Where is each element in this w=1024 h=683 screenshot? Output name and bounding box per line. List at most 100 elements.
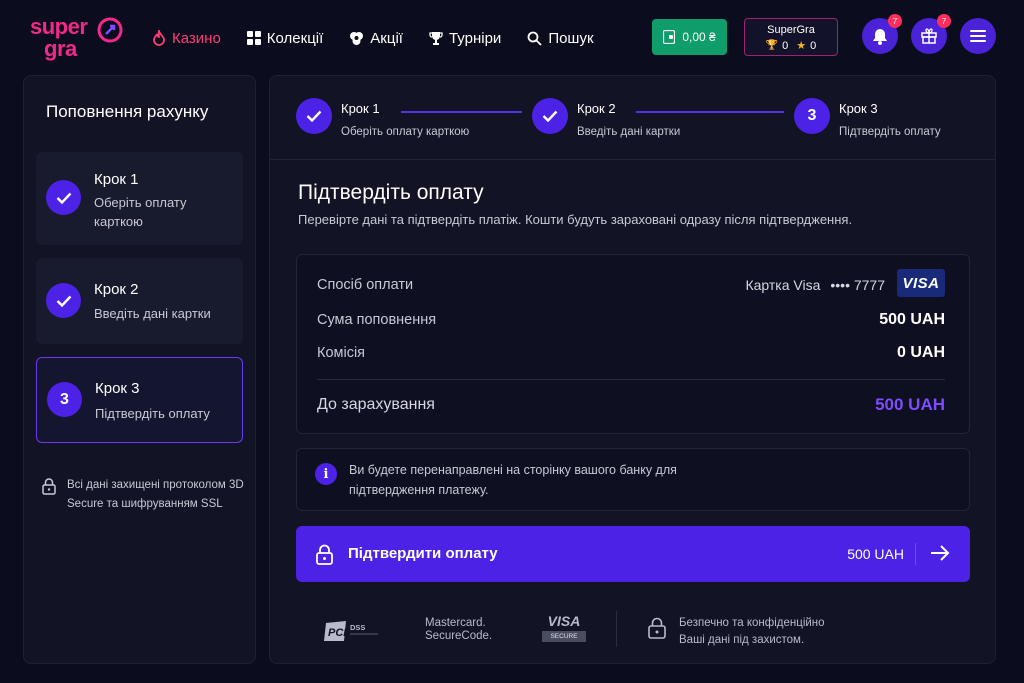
visa-secure-label: SECURE <box>542 631 586 642</box>
check-icon <box>46 180 81 215</box>
sidebar-step-3-title: Крок 3 <box>95 380 140 397</box>
grid-icon <box>246 31 261 45</box>
balance-button[interactable]: 0,00 ₴ <box>652 19 727 55</box>
sidebar-step-2-title: Крок 2 <box>94 281 139 298</box>
footer-divider <box>616 611 617 647</box>
summary-row-total: До зарахування 500 UAH <box>317 394 945 416</box>
stepper-connector-2 <box>636 111 784 113</box>
total-label: До зарахування <box>317 396 435 413</box>
sidebar-step-2[interactable]: Крок 2 Введіть дані картки <box>36 258 243 344</box>
sidebar-title: Поповнення рахунку <box>46 102 209 121</box>
mastercard-line1: Mastercard. <box>425 617 486 629</box>
header: super gra Казино Колекції Акції Турніри … <box>0 0 1024 74</box>
star-icon: ★ <box>796 40 807 52</box>
confirm-label: Підтвердити оплату <box>348 545 498 562</box>
hamburger-icon <box>970 30 986 42</box>
amount-value: 500 UAH <box>879 311 945 328</box>
nav-casino-label: Казино <box>172 29 221 47</box>
trophy-small-icon: 🏆 <box>765 40 779 51</box>
profile-button[interactable]: SuperGra 🏆 0 ★ 0 <box>744 18 838 56</box>
secure-note-line1: Безпечно та конфіденційно <box>679 617 825 629</box>
check-icon <box>532 98 568 134</box>
sidebar-step-3[interactable]: 3 Крок 3 Підтвердіть оплату <box>36 357 243 443</box>
button-divider <box>915 543 916 565</box>
nav-tournaments-label: Турніри <box>448 29 502 47</box>
arrow-right-icon <box>931 545 950 561</box>
confirm-payment-button[interactable]: Підтвердити оплату 500 UAH <box>296 526 970 582</box>
sidebar-step-3-subtitle: Підтвердіть оплату <box>95 406 210 421</box>
logo-text-bottom: gra <box>44 36 77 61</box>
mastercard-securecode-logo: Mastercard. SecureCode. <box>425 617 492 643</box>
lock-icon <box>648 617 666 639</box>
visa-logo: VISA <box>897 269 945 297</box>
nav-tournaments[interactable]: Турніри <box>429 27 501 49</box>
mastercard-line2: SecureCode. <box>425 630 493 642</box>
profile-stars: 0 <box>810 39 817 52</box>
info-icon: i <box>315 463 337 485</box>
nav-promotions-label: Акції <box>370 29 403 47</box>
pci-dss-text: DSS <box>350 623 365 632</box>
redirect-info: i Ви будете перенаправлені на сторінку в… <box>296 448 970 511</box>
trust-badges: PCI DSS Mastercard. SecureCode. VISA SEC… <box>270 611 995 651</box>
check-icon <box>46 283 81 318</box>
gifts-badge: 7 <box>937 14 951 28</box>
confirm-amount: 500 UAH <box>847 546 904 562</box>
sidebar: Поповнення рахунку Крок 1 Оберіть оплату… <box>23 75 256 664</box>
secure-note: Безпечно та конфіденційно Ваші дані під … <box>679 615 825 649</box>
summary-row-fee: Комісія 0 UAH <box>317 343 945 365</box>
profile-trophies: 0 <box>782 39 789 52</box>
fee-label: Комісія <box>317 345 366 361</box>
menu-button[interactable] <box>960 18 996 54</box>
method-value-group: Картка Visa •••• 7777 <box>745 277 885 293</box>
stepper-step-3-title: Крок 3 <box>839 101 878 116</box>
sidebar-step-1-subtitle: Оберіть оплату карткою <box>94 195 187 229</box>
stepper-step-2-subtitle: Введіть дані картки <box>577 126 681 138</box>
sidebar-step-1-title: Крок 1 <box>94 171 139 188</box>
secure-note-line2: Ваші дані під захистом. <box>679 634 805 646</box>
sidebar-step-2-subtitle: Введіть дані картки <box>94 306 211 321</box>
stepper-step-1-subtitle: Оберіть оплату карткою <box>341 126 470 138</box>
wallet-icon <box>663 30 676 44</box>
visa-secure-logo: VISA SECURE <box>542 613 586 642</box>
search-icon <box>527 31 542 46</box>
balance-value: 0,00 ₴ <box>682 30 716 44</box>
svg-text:PCI: PCI <box>328 627 347 639</box>
nav-search-label: Пошук <box>548 29 594 47</box>
nav-collections-label: Колекції <box>266 29 324 47</box>
payment-summary: Спосіб оплати Картка Visa •••• 7777 VISA… <box>296 254 970 434</box>
rocket-icon <box>97 17 123 43</box>
profile-name: SuperGra <box>767 24 815 36</box>
sidebar-step-3-number: 3 <box>47 382 82 417</box>
nav-casino[interactable]: Казино <box>152 27 221 49</box>
nav-search[interactable]: Пошук <box>527 27 594 49</box>
stepper-step-3-subtitle: Підтвердіть оплату <box>839 126 941 138</box>
nav-promotions[interactable]: Акції <box>349 27 403 49</box>
stepper-step-2-title: Крок 2 <box>577 101 616 116</box>
stepper-connector-1 <box>401 111 522 113</box>
trophy-icon <box>429 31 443 45</box>
amount-label: Сума поповнення <box>317 312 437 328</box>
visa-secure-brand: VISA <box>547 613 581 629</box>
main-nav: Казино Колекції Акції Турніри Пошук <box>152 27 620 49</box>
gifts-button[interactable]: 7 <box>911 14 951 54</box>
sidebar-step-1[interactable]: Крок 1 Оберіть оплату карткою <box>36 152 243 245</box>
flame-icon <box>153 30 165 46</box>
notifications-button[interactable]: 7 <box>862 14 902 54</box>
promo-icon <box>350 31 364 45</box>
stepper-step-3-number: 3 <box>794 98 830 134</box>
redirect-info-text: Ви будете перенаправлені на сторінку ваш… <box>349 463 677 497</box>
stepper: Крок 1 Оберіть оплату карткою Крок 2 Вве… <box>270 76 995 160</box>
lock-icon <box>42 478 56 495</box>
summary-divider <box>317 379 945 380</box>
gift-icon <box>921 28 937 44</box>
pci-dss-logo: PCI DSS <box>324 619 380 648</box>
nav-collections[interactable]: Колекції <box>246 27 324 49</box>
summary-row-method: Спосіб оплати Картка Visa •••• 7777 VISA <box>317 269 945 297</box>
summary-row-amount: Сума поповнення 500 UAH <box>317 310 945 332</box>
card-mask: •••• 7777 <box>830 277 885 293</box>
supergra-logo[interactable]: super gra <box>30 14 126 62</box>
payment-panel: Крок 1 Оберіть оплату карткою Крок 2 Вве… <box>269 75 996 664</box>
check-icon <box>296 98 332 134</box>
total-value: 500 UAH <box>875 395 945 414</box>
method-label: Спосіб оплати <box>317 277 414 293</box>
